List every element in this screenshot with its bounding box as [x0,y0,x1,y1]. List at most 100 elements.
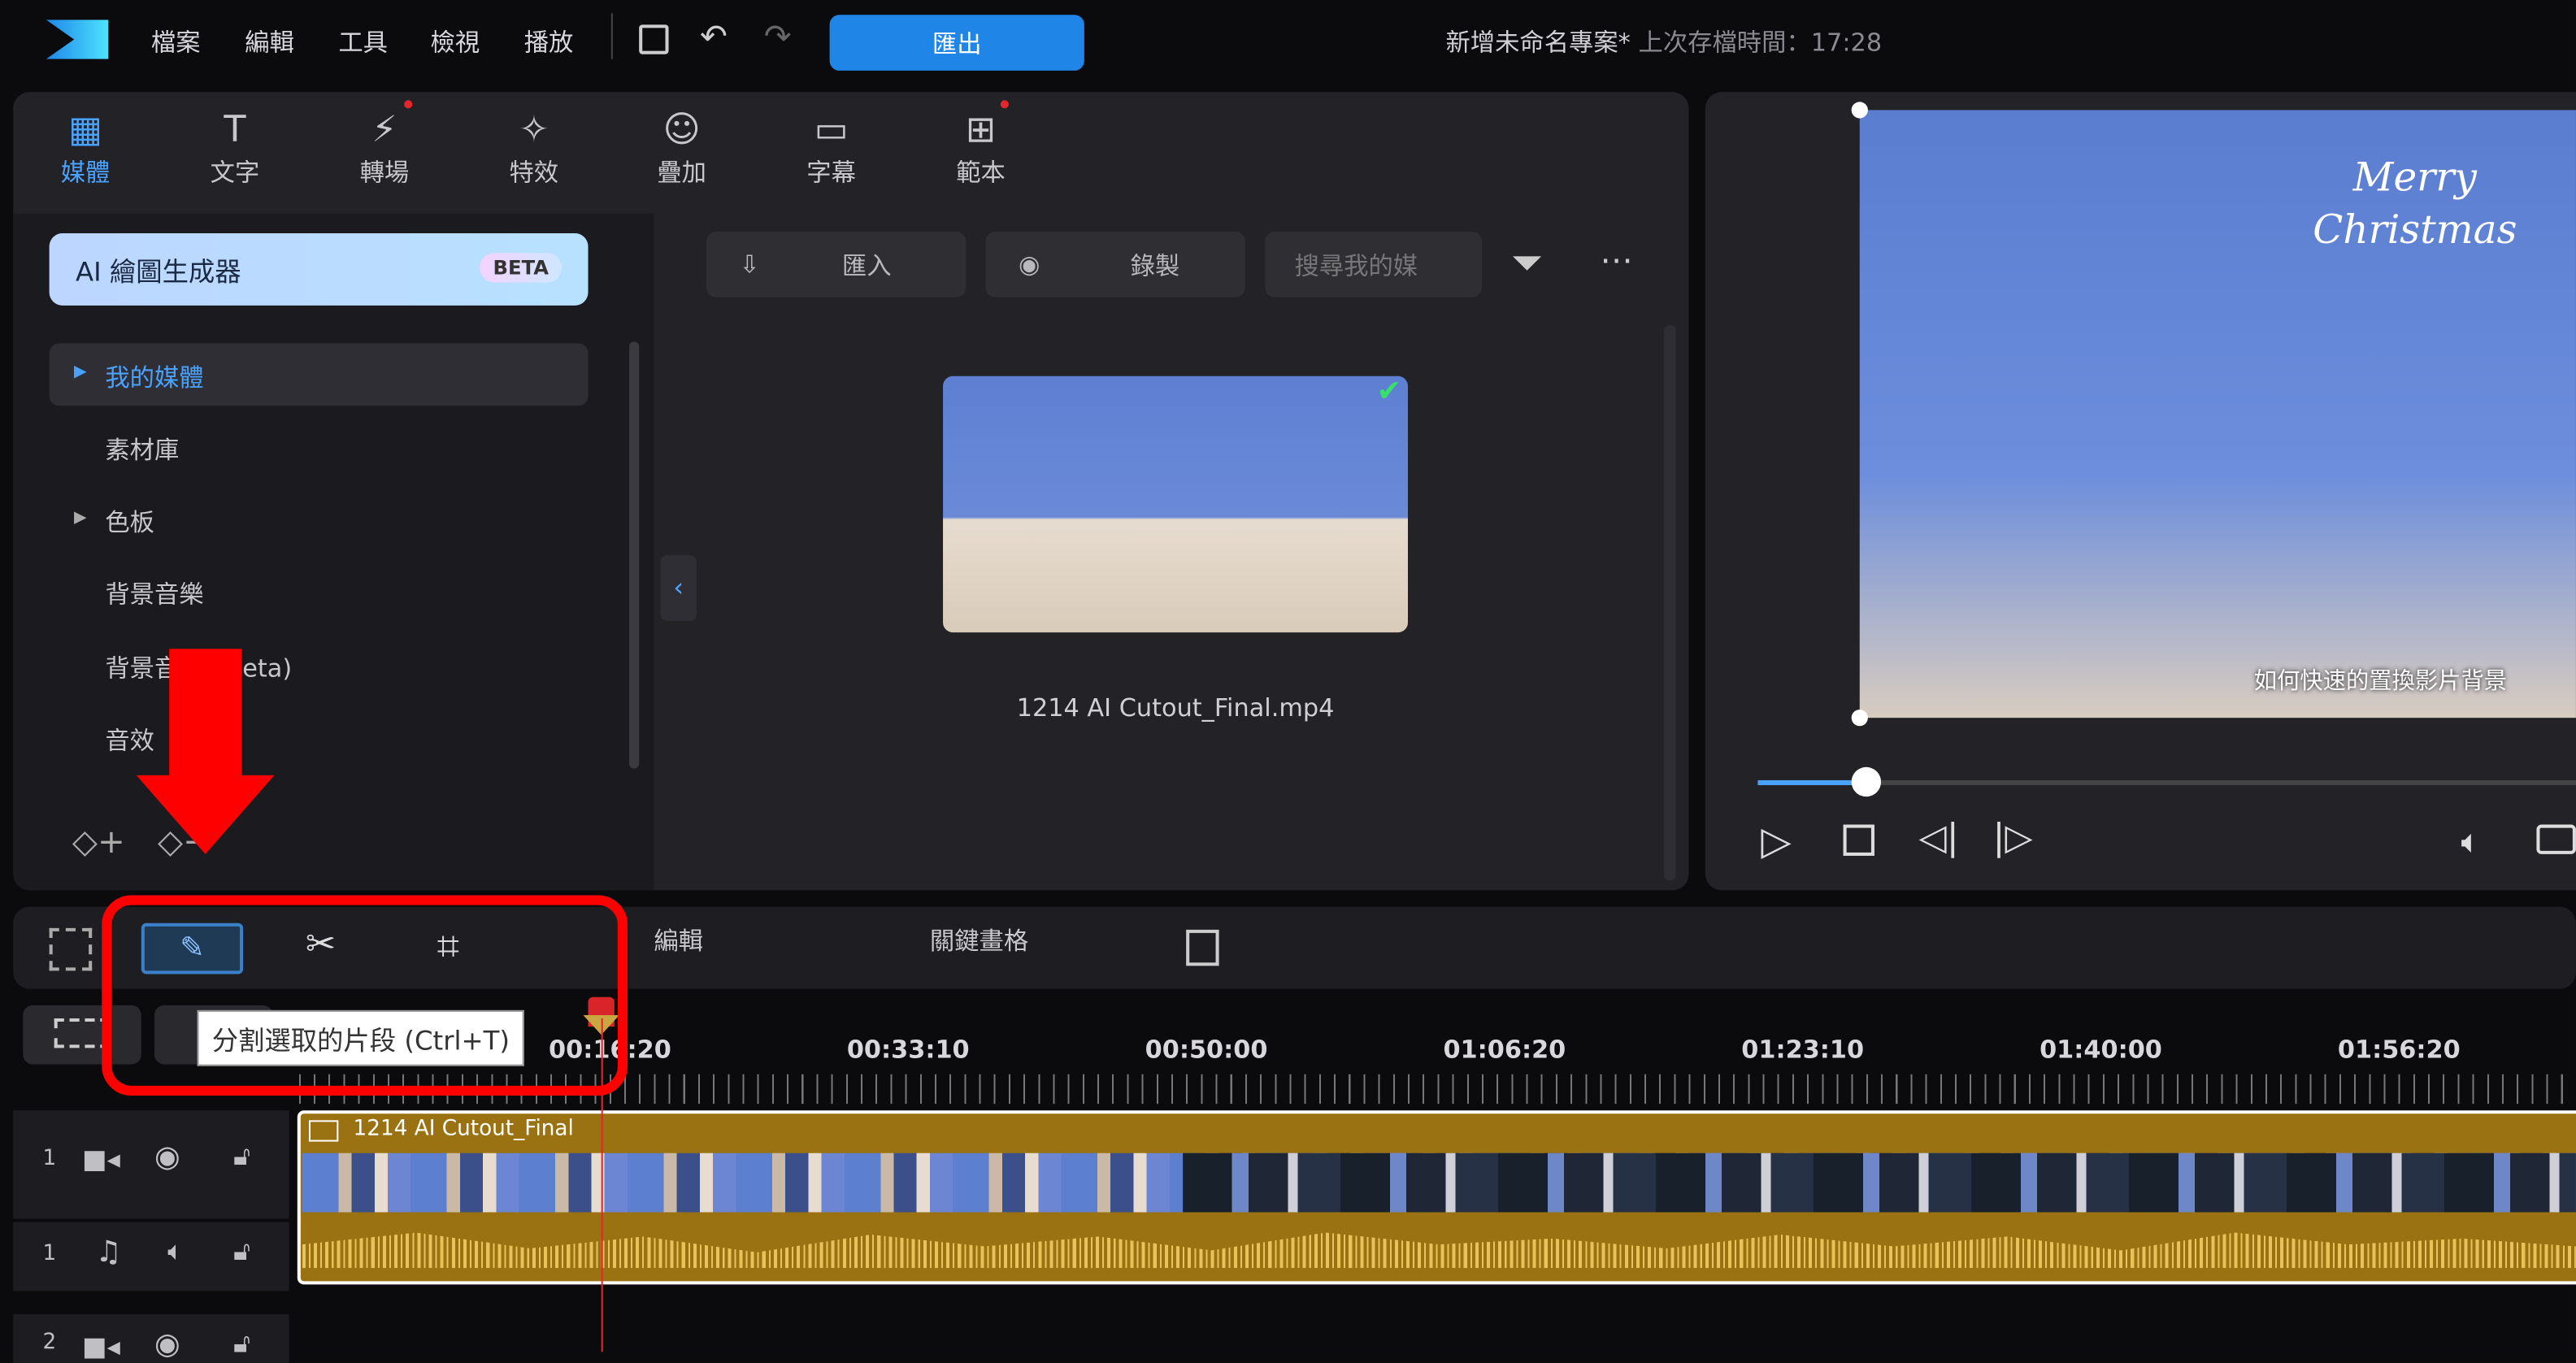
sidebar-item-sfx[interactable]: 音效 [105,723,154,757]
camera-icon: ■◂ [82,1143,120,1175]
tab-effects[interactable]: ✧ 特效 [484,108,583,189]
text-icon: T [224,110,246,151]
tab-label: 特效 [509,158,559,188]
last-saved: 上次存檔時間：17:28 [1638,28,1883,58]
media-icon: ▦ [68,110,103,151]
media-file-name: 1214 AI Cutout_Final.mp4 [1016,692,1335,723]
menu-tools[interactable]: 工具 [338,24,388,59]
tab-transition[interactable]: ⚡ 轉場 [335,108,433,189]
fit-timeline-icon[interactable] [49,927,93,971]
save-icon[interactable] [639,24,669,54]
clip-thumbnails [1183,1152,2576,1213]
expand-icon: ▶ [73,362,87,381]
ruler-label: 01:40:00 [2040,1035,2162,1065]
resize-handle[interactable] [1851,710,1868,727]
record-label: 錄製 [1130,250,1180,280]
eye-icon[interactable]: ◉ [154,1140,180,1174]
sidebar-item-library[interactable]: 素材庫 [105,432,179,467]
resize-handle[interactable] [1851,102,1868,119]
tab-label: 文字 [210,158,260,188]
menu-edit[interactable]: 編輯 [245,24,294,59]
export-button[interactable]: 匯出 [829,15,1084,71]
project-title: 新增未命名專案* 上次存檔時間：17:28 [1445,24,1882,59]
record-button[interactable]: ◉ 錄製 [985,231,1245,297]
tab-label: 媒體 [60,158,111,188]
next-frame-icon[interactable]: |▷ [1992,818,2032,859]
annotation-highlight-box [102,895,628,1096]
search-input[interactable]: 搜尋我的媒 [1265,231,1482,297]
ruler-label: 00:50:00 [1145,1035,1268,1065]
tab-label: 疊加 [657,158,707,188]
preview-progress-fill [1757,779,1866,786]
app-logo [46,20,109,59]
stop-icon[interactable] [1843,824,1874,856]
preview-subtitle: 如何快速的置換影片背景 [2253,668,2508,695]
menu-file[interactable]: 檔案 [151,24,201,59]
redo-icon[interactable]: ↷ [764,16,792,56]
sticker-icon: ☺ [662,110,701,151]
import-button[interactable]: ⇩ 匯入 [706,231,967,297]
media-scrollbar[interactable] [1664,325,1676,881]
record-icon: ◉ [1019,250,1040,280]
tab-label: 字幕 [806,158,856,188]
annotation-arrow-head [136,775,275,854]
subtitle-icon: ▭ [814,110,849,151]
lock-icon[interactable]: 🔓︎ [233,1235,250,1268]
preview-progress-handle[interactable] [1851,766,1881,797]
undo-icon[interactable]: ↶ [700,16,728,56]
menu-play[interactable]: 播放 [524,24,574,59]
camera-icon: ■◂ [82,1330,120,1362]
effects-icon: ✧ [519,110,550,151]
sidebar-item-color-board[interactable]: 色板 [105,504,154,538]
expand-icon: ▶ [73,509,87,527]
lock-icon[interactable]: 🔓︎ [233,1327,250,1360]
tab-overlay[interactable]: ☺ 疊加 [632,108,731,189]
ruler-ticks[interactable] [298,1074,2576,1105]
sidebar-scrollbar[interactable] [629,341,640,769]
search-placeholder: 搜尋我的媒 [1294,250,1418,280]
media-collapse-button[interactable]: ‹ [660,555,697,621]
ai-label: AI 繪圖生成器 [75,256,241,288]
template-icon: ⊞ [965,110,997,151]
menu-view[interactable]: 檢視 [431,24,480,59]
new-badge [404,100,413,109]
preview-title-text: Merry Christmas [2313,154,2517,254]
beta-badge: BETA [480,253,563,283]
track-header-audio-1: 1 ♫ 🔈︎ 🔓︎ [13,1222,289,1291]
transition-icon: ⚡ [371,110,397,151]
track-number: 1 [42,1146,57,1171]
edit-tool-button[interactable]: 編輯 [654,923,703,957]
snapshot-icon[interactable] [2536,824,2576,854]
previous-frame-icon[interactable]: ◁| [1919,818,1959,859]
ai-image-generator-button[interactable]: AI 繪圖生成器 BETA [49,232,589,306]
clip-video-icon [308,1120,339,1142]
tab-text[interactable]: T 文字 [185,108,284,189]
eye-icon[interactable]: ◉ [154,1327,180,1361]
track-header-video-1: 1 ■◂ ◉ 🔓︎ [13,1110,289,1219]
ruler-label: 01:56:20 [2337,1035,2461,1065]
tab-media[interactable]: ▦ 媒體 [36,108,134,189]
more-icon[interactable]: ⋯ [1600,240,1632,280]
divider [610,13,613,59]
keyframe-button[interactable]: 關鍵畫格 [930,923,1028,957]
sidebar-item-label: 我的媒體 [105,362,204,393]
sidebar-item-bgm[interactable]: 背景音樂 [105,576,203,610]
media-thumbnail[interactable] [943,375,1408,633]
new-badge [1000,100,1009,109]
ruler-label: 01:06:20 [1443,1035,1566,1065]
track-number: 1 [42,1241,57,1267]
lock-icon[interactable]: 🔓︎ [233,1140,250,1173]
ruler-label: 00:33:10 [846,1035,970,1065]
add-tag-icon[interactable]: ◇+ [72,821,125,861]
tab-label: 轉場 [359,158,410,188]
tab-subtitles[interactable]: ▭ 字幕 [782,108,880,189]
track-header-video-2: 2 ■◂ ◉ 🔓︎ [13,1313,289,1363]
import-label: 匯入 [841,250,892,280]
project-name: 新增未命名專案* [1445,28,1631,58]
volume-icon[interactable]: 🔈︎ [2461,821,2480,861]
filter-icon[interactable]: ⏷ [1511,240,1543,286]
subtitle-list-icon[interactable] [1186,929,1219,966]
play-icon[interactable]: ▷ [1761,818,1792,864]
tab-templates[interactable]: ⊞ 範本 [932,108,1030,189]
speaker-icon[interactable]: 🔈︎ [167,1235,183,1268]
